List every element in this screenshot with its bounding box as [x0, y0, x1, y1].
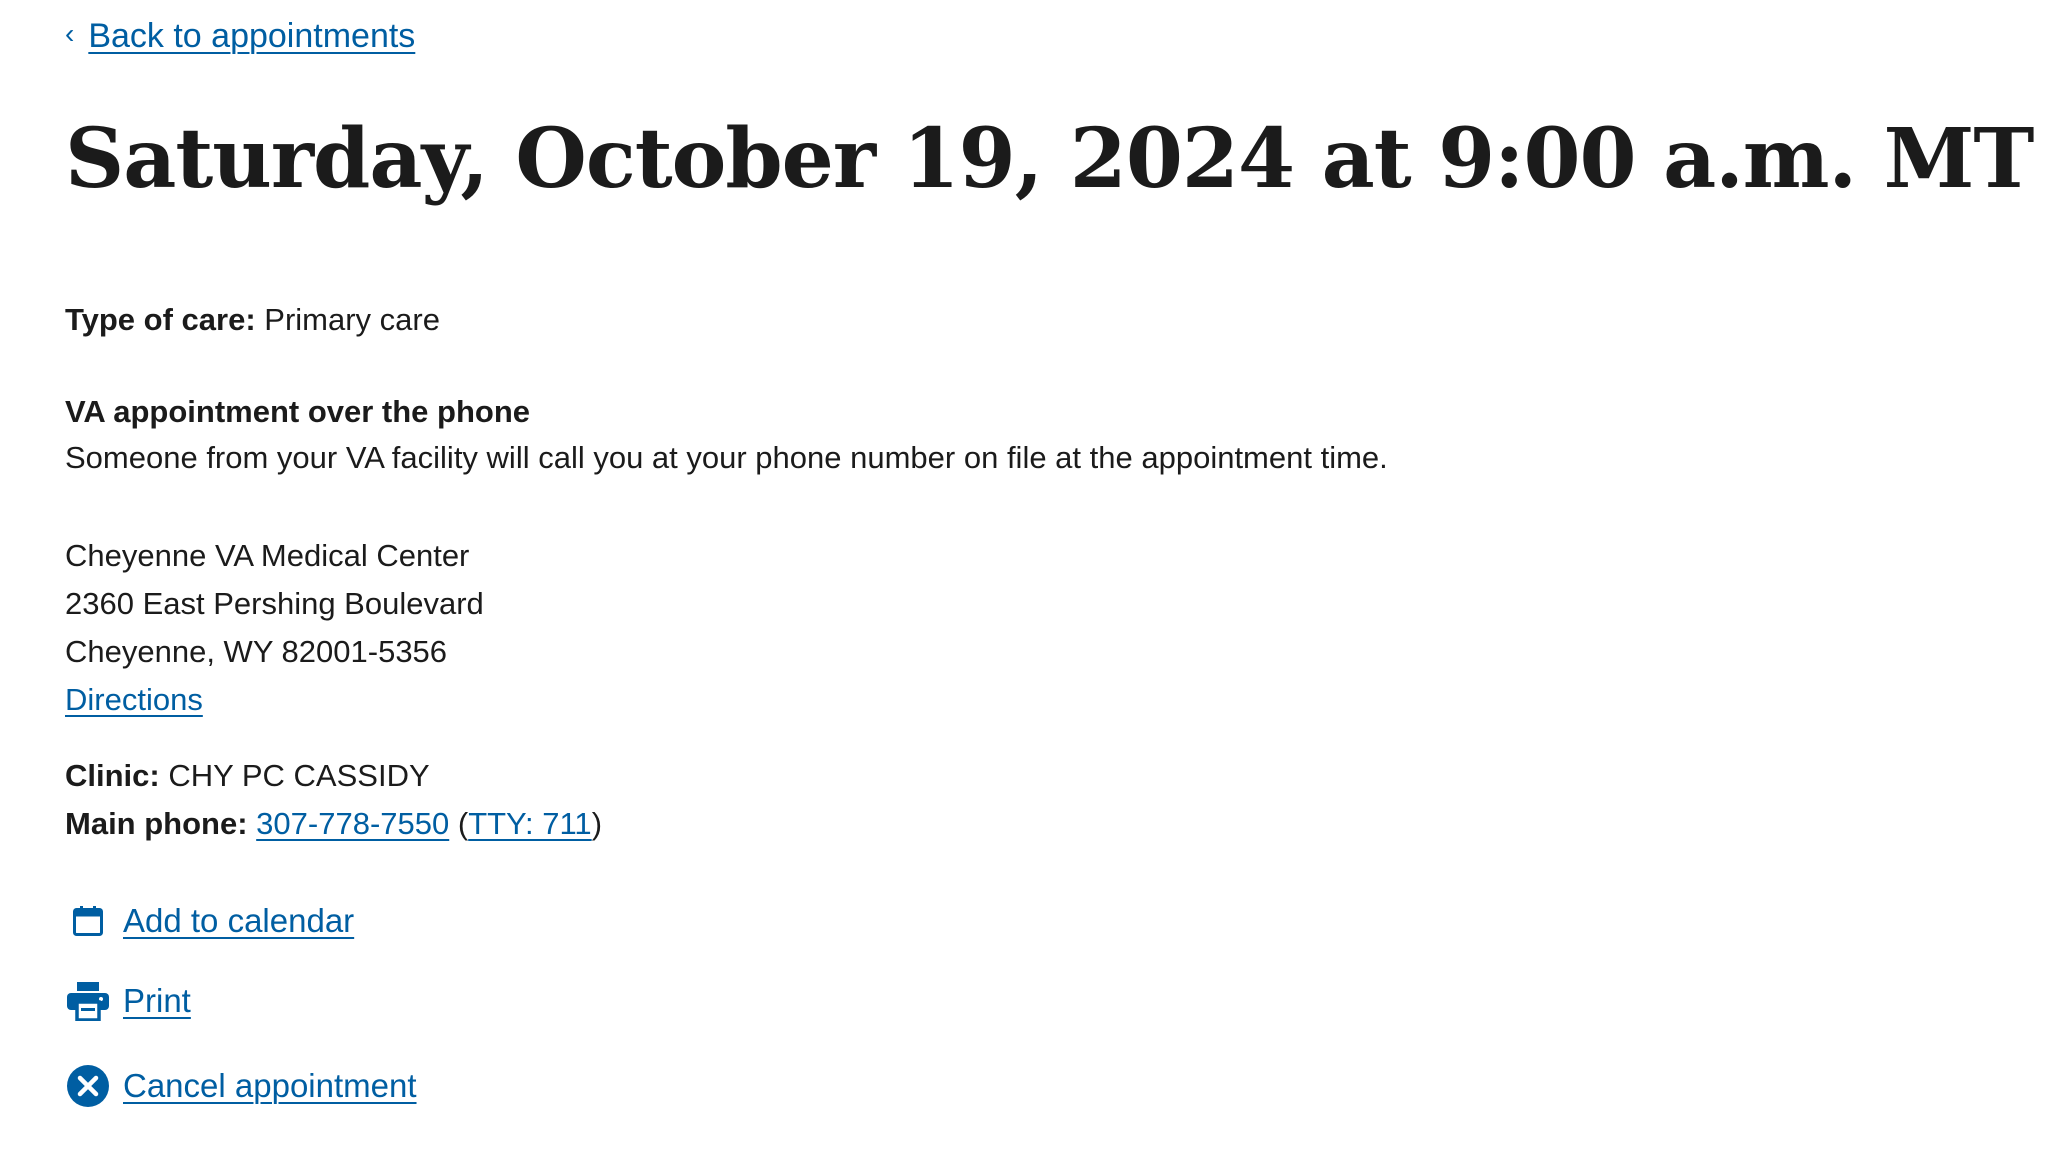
facility-name: Cheyenne VA Medical Center — [65, 538, 470, 573]
type-of-care-value: Primary care — [264, 302, 440, 337]
directions-link[interactable]: Directions — [65, 682, 203, 717]
back-to-appointments-link[interactable]: Back to appointments — [88, 14, 415, 58]
calendar-icon — [65, 898, 111, 944]
tty-wrapper: (TTY: 711) — [457, 806, 603, 841]
clinic: Clinic: CHY PC CASSIDY — [65, 754, 430, 798]
type-of-care-label: Type of care: — [65, 302, 256, 337]
modality-heading: VA appointment over the phone — [65, 394, 531, 429]
cancel-circle-icon — [65, 1063, 111, 1109]
chevron-left-icon: ‹ — [65, 18, 75, 49]
print-link[interactable]: Print — [123, 978, 191, 1024]
tty-link[interactable]: TTY: 711 — [468, 806, 592, 841]
facility-city-state-zip: Cheyenne, WY 82001-5356 — [65, 634, 448, 669]
add-to-calendar-link[interactable]: Add to calendar — [123, 898, 354, 944]
print-action[interactable]: Print — [65, 978, 191, 1024]
back-to-appointments[interactable]: ‹ Back to appointments — [65, 14, 415, 58]
cancel-appointment-link[interactable]: Cancel appointment — [123, 1063, 417, 1109]
add-to-calendar-action[interactable]: Add to calendar — [65, 898, 354, 944]
cancel-appointment-action[interactable]: Cancel appointment — [65, 1063, 417, 1109]
facility-street: 2360 East Pershing Boulevard — [65, 586, 484, 621]
clinic-label: Clinic: — [65, 758, 160, 793]
type-of-care: Type of care: Primary care — [65, 298, 440, 342]
main-phone-link[interactable]: 307-778-7550 — [256, 806, 449, 841]
printer-icon — [65, 978, 111, 1024]
clinic-value: CHY PC CASSIDY — [168, 758, 430, 793]
main-phone-label: Main phone: — [65, 806, 248, 841]
page-title: Saturday, October 19, 2024 at 9:00 a.m. … — [65, 111, 2034, 207]
directions: Directions — [65, 678, 203, 722]
modality-description: Someone from your VA facility will call … — [65, 440, 1388, 475]
main-phone: Main phone: 307-778-7550 (TTY: 711) — [65, 802, 602, 846]
